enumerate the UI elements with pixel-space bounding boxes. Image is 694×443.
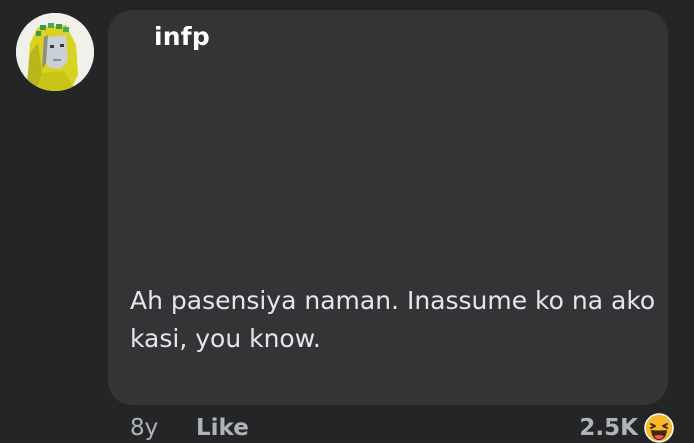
avatar[interactable] xyxy=(16,13,94,91)
comment-author-name[interactable]: infp xyxy=(154,22,210,51)
reaction-count: 2.5K xyxy=(579,415,638,441)
pixel-art-character-avatar-icon xyxy=(16,13,94,91)
comment-text: Ah pasensiya naman. Inassume ko na ako k… xyxy=(130,286,656,353)
comment-meta-bar: 8y Like 2.5K xyxy=(0,412,694,443)
comment-timestamp[interactable]: 8y xyxy=(130,415,158,441)
like-button[interactable]: Like xyxy=(196,415,249,441)
comment-bubble: infp Ah pasensiya naman. Inassume ko na … xyxy=(108,10,668,405)
